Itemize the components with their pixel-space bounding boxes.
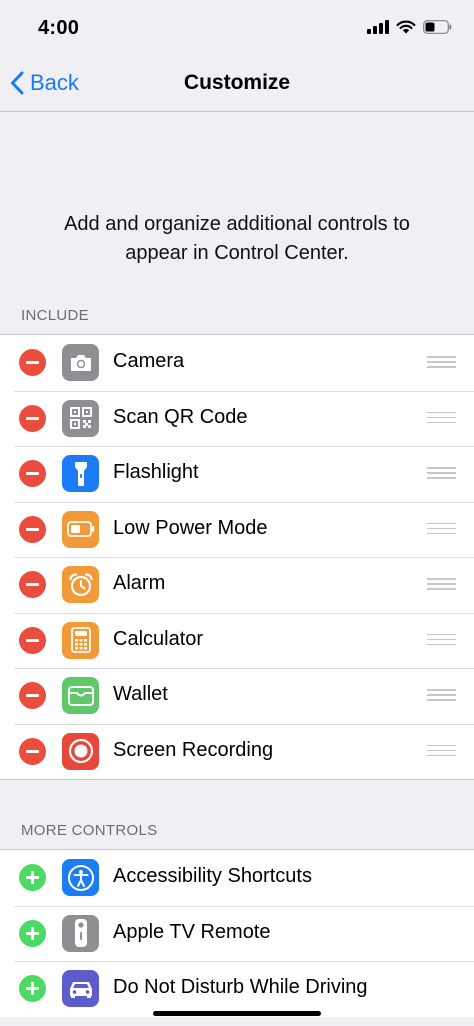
car-icon (62, 970, 99, 1007)
plus-icon (26, 871, 39, 884)
list-item-label: Wallet (113, 683, 168, 705)
list-item-label: Calculator (113, 627, 204, 650)
wallet-icon (62, 677, 99, 714)
camera-icon (62, 344, 99, 381)
minus-icon (26, 472, 39, 475)
list-item-label: Flashlight (113, 461, 199, 483)
list-item: Screen Recording (0, 723, 474, 780)
minus-icon (26, 694, 39, 697)
minus-icon (26, 416, 39, 420)
minus-icon (26, 583, 39, 586)
list-item: Apple TV Remote (0, 905, 474, 962)
reorder-handle[interactable] (427, 744, 456, 758)
remove-button[interactable] (19, 571, 46, 598)
reorder-handle[interactable] (427, 578, 456, 591)
list-item: Accessibility Shortcuts (0, 850, 474, 906)
reorder-handle[interactable] (427, 356, 456, 369)
remove-button[interactable] (19, 404, 46, 432)
tv-remote-icon (62, 914, 99, 952)
list-item-label: Low Power Mode (113, 516, 268, 539)
list-item-label: Accessibility Shortcuts (113, 865, 312, 887)
more-controls-section-header: MORE CONTROLS (21, 822, 158, 839)
more-controls-list: Accessibility Shortcuts Apple TV Remote (0, 849, 474, 1017)
status-bar: 4:00 (0, 0, 474, 60)
list-item: Low Power Mode (0, 501, 474, 558)
list-item: Camera (0, 335, 474, 391)
cellular-signal-icon (367, 20, 389, 34)
minus-icon (26, 361, 39, 364)
reorder-handle[interactable] (427, 689, 456, 702)
list-item: Do Not Disturb While Driving (0, 961, 474, 1017)
list-item: Scan QR Code (0, 390, 474, 447)
battery-status-icon (423, 20, 452, 34)
reorder-handle[interactable] (427, 411, 456, 425)
minus-icon (26, 638, 39, 642)
nav-bar: Back Customize (0, 56, 474, 112)
add-button[interactable] (19, 864, 46, 891)
list-item-label: Scan QR Code (113, 405, 248, 428)
reorder-handle[interactable] (427, 467, 456, 480)
list-item-label: Screen Recording (113, 738, 274, 761)
remove-button[interactable] (19, 737, 46, 765)
status-icons (367, 20, 452, 34)
remove-button[interactable] (19, 460, 46, 487)
screen-recording-icon (62, 732, 99, 770)
flashlight-icon (62, 455, 99, 492)
include-list: Camera Scan QR Code Flashlight Low Power… (0, 334, 474, 780)
remove-button[interactable] (19, 515, 46, 543)
remove-button[interactable] (19, 349, 46, 376)
status-time: 4:00 (38, 17, 80, 39)
list-item-label: Do Not Disturb While Driving (113, 976, 368, 998)
add-button[interactable] (19, 919, 46, 947)
minus-icon (26, 749, 39, 753)
plus-icon (26, 982, 39, 995)
list-item: Flashlight (0, 446, 474, 502)
list-item: Alarm (0, 557, 474, 613)
include-section-header: INCLUDE (21, 307, 89, 324)
list-item-label: Camera (113, 350, 185, 372)
add-button[interactable] (19, 975, 46, 1002)
calculator-icon (62, 621, 99, 659)
qr-code-icon (62, 399, 99, 437)
minus-icon (26, 527, 39, 531)
home-indicator[interactable] (153, 1011, 321, 1016)
page-title: Customize (183, 71, 291, 94)
reorder-handle[interactable] (427, 522, 456, 536)
list-item-label: Apple TV Remote (113, 920, 271, 943)
list-item-label: Alarm (113, 572, 166, 594)
intro-text: Add and organize additional controls to … (64, 213, 410, 264)
alarm-clock-icon (62, 566, 99, 603)
remove-button[interactable] (19, 682, 46, 709)
list-item: Calculator (0, 612, 474, 669)
reorder-handle[interactable] (427, 633, 456, 647)
accessibility-icon (62, 859, 99, 896)
plus-icon (26, 926, 39, 940)
list-item: Wallet (0, 668, 474, 724)
battery-icon (62, 510, 99, 548)
remove-button[interactable] (19, 626, 46, 654)
wifi-icon (396, 20, 416, 34)
